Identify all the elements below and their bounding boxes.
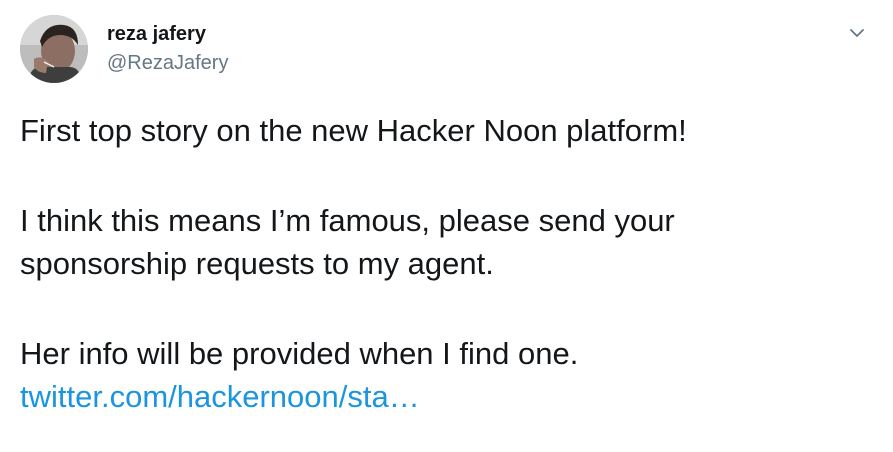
user-display-name[interactable]: reza jafery — [107, 22, 206, 46]
tweet-text-line: First top story on the new Hacker Noon p… — [20, 113, 687, 148]
tweet-text-line: sponsorship requests to my agent. — [20, 246, 494, 281]
avatar-image — [20, 15, 88, 83]
tweet-text-line: Her info will be provided when I find on… — [20, 336, 579, 371]
avatar[interactable] — [20, 15, 88, 83]
user-handle[interactable]: @RezaJafery — [107, 51, 228, 75]
chevron-down-icon[interactable] — [846, 22, 868, 44]
tweet-link[interactable]: twitter.com/hackernoon/sta… — [20, 379, 420, 415]
tweet-text-line: I think this means I’m famous, please se… — [20, 203, 675, 238]
tweet-card: reza jafery @RezaJafery First top story … — [0, 0, 893, 452]
